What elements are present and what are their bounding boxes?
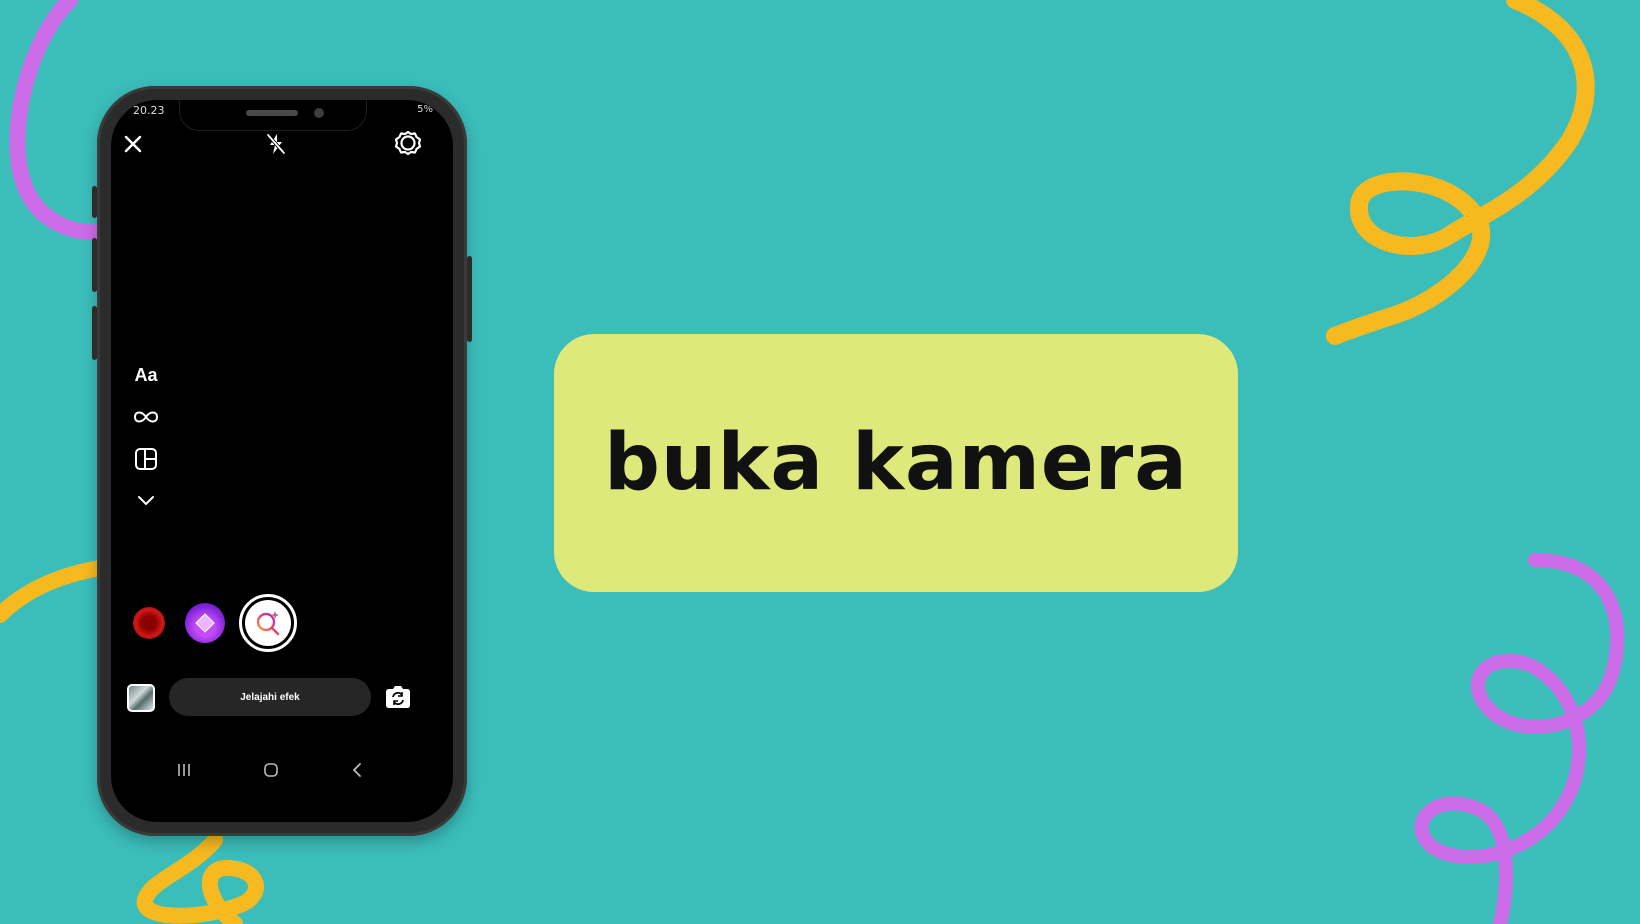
phone-side-button-right	[467, 256, 472, 342]
phone-side-button-left-3	[92, 306, 97, 360]
effect-purple-avatar[interactable]	[185, 603, 225, 643]
status-time: 20.23	[133, 104, 165, 117]
speaker	[246, 110, 298, 116]
back-icon[interactable]	[345, 760, 369, 780]
phone-side-button-left-1	[92, 186, 97, 218]
squiggle-purple-bottom-right	[1414, 553, 1625, 924]
layout-icon[interactable]	[132, 445, 160, 473]
front-camera	[314, 108, 324, 118]
explore-effects-button[interactable]: Jelajahi efek	[169, 678, 371, 716]
capture-button[interactable]	[239, 594, 297, 652]
squiggle-orange-top-right	[1326, 0, 1595, 345]
home-icon[interactable]	[259, 760, 283, 780]
phone-side-button-left-2	[92, 238, 97, 292]
caption-text: buka kamera	[604, 418, 1188, 508]
gallery-thumbnail[interactable]	[127, 684, 155, 712]
phone-notch	[179, 100, 367, 131]
effect-red-avatar[interactable]	[133, 607, 165, 639]
text-tool-button[interactable]: Aa	[129, 362, 163, 388]
caption-card: buka kamera	[554, 334, 1238, 592]
infinity-icon[interactable]	[129, 404, 163, 430]
effects-search-icon	[245, 600, 291, 646]
squiggle-orange-bottom	[136, 832, 264, 924]
flash-off-icon[interactable]	[261, 129, 291, 159]
squiggle-orange-left	[0, 560, 108, 623]
chevron-down-icon[interactable]	[134, 490, 158, 510]
recents-icon[interactable]	[171, 760, 197, 780]
settings-icon[interactable]	[393, 128, 423, 158]
phone-mockup: 20.23 5% Aa Jelajahi efek	[92, 86, 472, 836]
flip-camera-icon[interactable]	[383, 683, 413, 711]
close-icon[interactable]	[119, 130, 147, 158]
phone-screen: 20.23 5% Aa Jelajahi efek	[111, 100, 453, 822]
status-battery: 5%	[417, 104, 433, 115]
